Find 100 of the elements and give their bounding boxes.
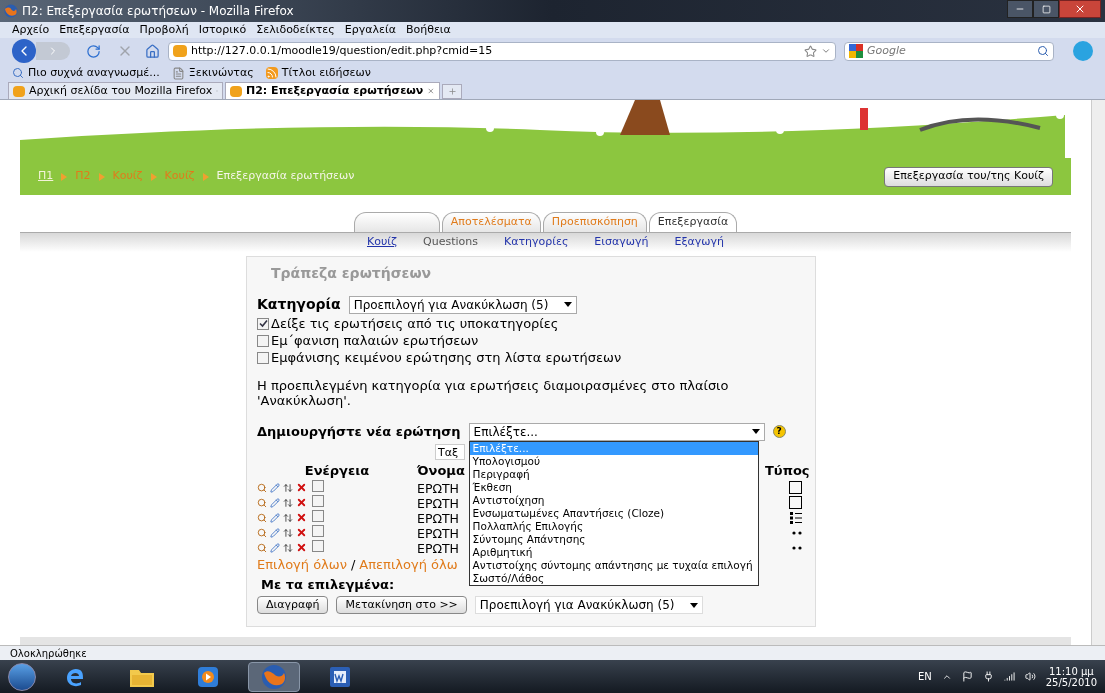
page-tab[interactable]	[353, 212, 440, 232]
page-tab[interactable]: Επεξεργασία	[648, 212, 738, 232]
move-icon[interactable]	[283, 527, 293, 538]
minimize-button[interactable]	[1007, 0, 1033, 18]
menu-item[interactable]: Ιστορικό	[198, 21, 247, 39]
dropdown-option[interactable]: Αντιστοίχης σύντομης απάντησης με τυχαία επιλογή	[469, 558, 758, 572]
dropdown-option[interactable]: Ενσωματωμένες Απαντήσεις (Cloze)	[469, 506, 758, 520]
search-icon[interactable]	[257, 542, 267, 553]
dropdown-option[interactable]: Αριθμητική	[469, 545, 758, 559]
subtab-link[interactable]: Κουίζ	[367, 234, 397, 251]
checkbox[interactable]	[312, 509, 324, 522]
caret-icon	[689, 602, 698, 608]
search-icon[interactable]	[257, 527, 267, 538]
bookmark[interactable]: Ξεκινώντας	[171, 64, 254, 82]
triangle-icon	[61, 172, 68, 181]
question-type-select[interactable]: Επιλέξτε...	[468, 422, 765, 441]
scrollbar[interactable]	[1091, 100, 1105, 645]
flag-icon[interactable]	[961, 671, 973, 682]
edit-icon[interactable]	[270, 527, 280, 538]
move-button[interactable]: Μετακίνηση στο >>	[336, 596, 467, 614]
dropdown-option[interactable]: Πολλαπλής Επιλογής	[469, 519, 758, 533]
search-box[interactable]: Google	[844, 41, 1054, 61]
checkbox[interactable]	[257, 351, 269, 364]
checkbox[interactable]	[257, 334, 269, 347]
panel-title: Τράπεζα ερωτήσεων	[270, 264, 433, 283]
move-target-select[interactable]: Προεπιλογή για Ανακύκλωση (5)	[474, 596, 703, 614]
google-logo-icon	[849, 44, 863, 58]
clock-date[interactable]: 25/5/2010	[1045, 676, 1097, 688]
dropdown-option[interactable]: Έκθεση	[469, 480, 758, 494]
menu-item[interactable]: Προβολή	[139, 21, 189, 39]
dropdown-option[interactable]: Σωστό/Λάθος	[469, 571, 758, 585]
search-icon[interactable]	[257, 512, 267, 523]
column-header: Όνομα	[417, 461, 466, 480]
search-field[interactable]: Google	[867, 42, 1017, 60]
delete-icon[interactable]	[296, 482, 307, 493]
subtab-link[interactable]: Εξαγωγή	[674, 234, 724, 251]
home-icon[interactable]	[145, 43, 160, 59]
bookmark[interactable]: Πιο συχνά αναγνωσμέ...	[12, 64, 160, 82]
plug-icon[interactable]	[982, 671, 994, 682]
clock-time[interactable]: 11:10 μμ	[1049, 665, 1094, 677]
move-icon[interactable]	[283, 542, 293, 553]
bookmark[interactable]: Τίτλοι ειδήσεων	[265, 64, 371, 82]
move-icon[interactable]	[283, 482, 293, 493]
triangle-icon	[150, 172, 157, 181]
signal-icon[interactable]	[1003, 671, 1015, 682]
dropdown-option[interactable]: Περιγραφή	[469, 467, 758, 481]
delete-icon[interactable]	[296, 512, 307, 523]
dropdown-option[interactable]: Υπολογισμού	[469, 454, 758, 468]
checkbox[interactable]	[312, 539, 324, 552]
menu-item[interactable]: Αρχείο	[12, 21, 50, 39]
subtab-link[interactable]: Εισαγωγή	[594, 234, 649, 251]
page-icon	[171, 66, 185, 80]
subtab-link[interactable]: Κατηγορίες	[503, 234, 569, 251]
start-button[interactable]	[8, 662, 36, 691]
caret-icon	[751, 429, 760, 435]
language-indicator[interactable]: EN	[917, 669, 932, 684]
menu-item[interactable]: Σελιδοδείκτες	[256, 21, 335, 39]
search-icon[interactable]	[257, 482, 267, 493]
checkbox[interactable]	[312, 494, 324, 507]
play-icon	[197, 665, 219, 688]
address-field[interactable]: http://127.0.0.1/moodle19/question/edit.php?cmid=15	[168, 41, 836, 61]
dropdown-option[interactable]: Σύντομης Απάντησης	[469, 532, 758, 546]
edit-icon[interactable]	[270, 497, 280, 508]
reload-icon[interactable]	[86, 43, 101, 59]
menu-item[interactable]: Βοήθεια	[405, 21, 451, 39]
move-icon[interactable]	[283, 512, 293, 523]
search-icon[interactable]	[1037, 45, 1049, 57]
category-select[interactable]: Προεπιλογή για Ανακύκλωση (5)	[348, 295, 577, 314]
menu-item[interactable]: Επεξεργασία	[59, 21, 130, 39]
delete-icon[interactable]	[296, 542, 307, 553]
subtab-link[interactable]: Questions	[423, 234, 478, 251]
back-button[interactable]	[12, 39, 36, 63]
edit-icon[interactable]	[270, 542, 280, 553]
sort-select[interactable]: Ταξ	[435, 443, 465, 460]
delete-icon[interactable]	[296, 497, 307, 508]
close-button[interactable]	[1059, 0, 1101, 18]
move-icon[interactable]	[283, 497, 293, 508]
caret-icon[interactable]	[821, 46, 831, 56]
star-icon[interactable]	[804, 44, 817, 58]
dropdown-option[interactable]: Αντιστοίχηση	[469, 493, 758, 507]
edit-quiz-button[interactable]: Επεξεργασία του/της Κουίζ	[884, 166, 1053, 187]
skype-icon[interactable]	[1073, 41, 1093, 61]
browser-tab[interactable]: Αρχική σελίδα του Mozilla Firefox	[8, 82, 223, 99]
help-icon[interactable]: ?	[772, 425, 786, 439]
square-icon	[789, 496, 802, 509]
maximize-button[interactable]	[1033, 0, 1059, 18]
column-header: Ενέργεια	[303, 461, 371, 480]
edit-icon[interactable]	[270, 512, 280, 523]
maximize-icon	[1041, 4, 1051, 14]
checkbox[interactable]	[312, 479, 324, 492]
checkbox[interactable]	[312, 524, 324, 537]
menu-item[interactable]: Εργαλεία	[344, 21, 396, 39]
browser-tab[interactable]: Π2: Επεξεργασία ερωτήσεων	[225, 82, 440, 99]
new-tab-button[interactable]	[442, 84, 462, 99]
delete-icon[interactable]	[296, 527, 307, 538]
search-icon[interactable]	[257, 497, 267, 508]
checkbox[interactable]	[257, 317, 269, 330]
edit-icon[interactable]	[270, 482, 280, 493]
volume-icon[interactable]	[1024, 671, 1036, 682]
delete-button[interactable]: Διαγραφή	[257, 596, 329, 614]
